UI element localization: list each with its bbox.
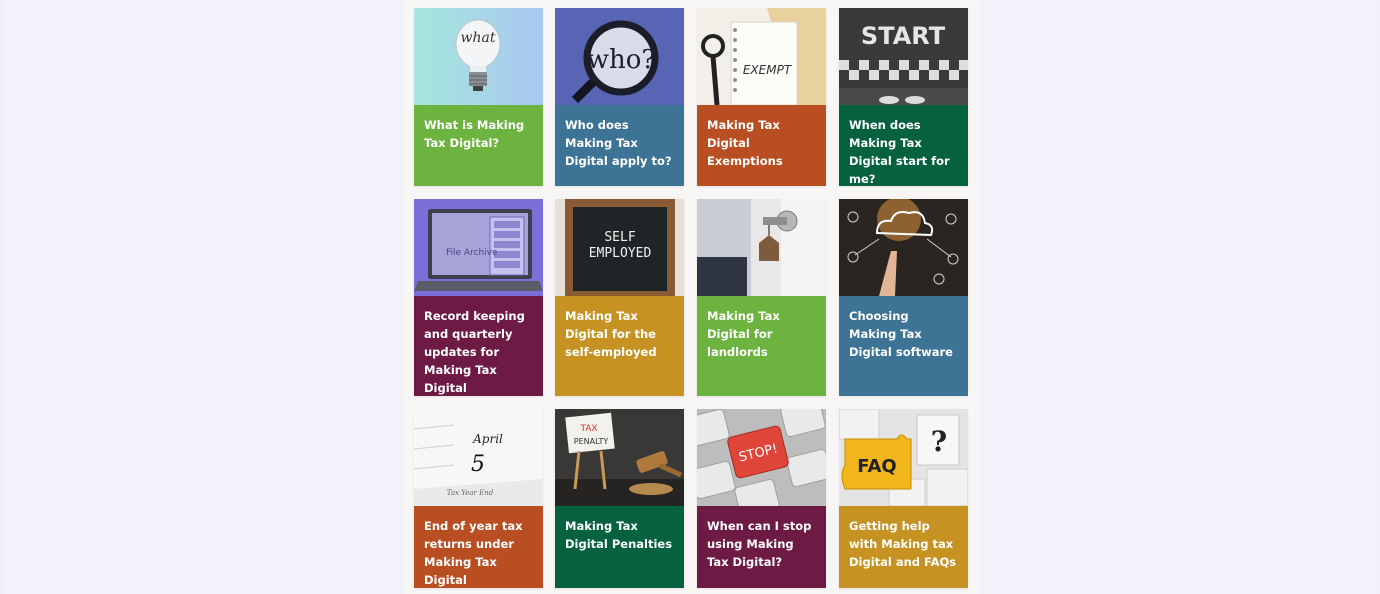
card-title: End of year tax returns under Making Tax…	[414, 506, 543, 588]
svg-text:5: 5	[471, 452, 485, 477]
svg-text:SELF: SELF	[604, 230, 635, 245]
card-title: Who does Making Tax Digital apply to?	[555, 105, 684, 186]
card-record-keeping[interactable]: File Archive Record keeping and quarterl…	[414, 199, 543, 396]
card-self-employed[interactable]: SELF EMPLOYED Making Tax Digital for the…	[555, 199, 684, 396]
card-who-does-mtd-apply[interactable]: who? Who does Making Tax Digital apply t…	[555, 8, 684, 186]
svg-text:Tax Year End: Tax Year End	[447, 489, 494, 497]
card-exemptions[interactable]: EXEMPT Making Tax Digital Exemptions	[697, 8, 826, 186]
card-landlords[interactable]: Making Tax Digital for landlords	[697, 199, 826, 396]
notepad-image: EXEMPT	[697, 8, 826, 105]
svg-text:who?: who?	[587, 45, 656, 75]
card-title: Choosing Making Tax Digital software	[839, 296, 968, 396]
card-title: When can I stop using Making Tax Digital…	[697, 506, 826, 588]
svg-text:PENALTY: PENALTY	[574, 437, 609, 446]
door-key-image	[697, 199, 826, 296]
svg-text:EXEMPT: EXEMPT	[743, 63, 793, 77]
content-column: what What is Making Tax Digital? who? Wh…	[403, 0, 978, 594]
svg-text:?: ?	[931, 425, 947, 458]
card-title: Getting help with Making tax Digital and…	[839, 506, 968, 588]
svg-text:File Archive: File Archive	[446, 248, 498, 258]
card-when-can-i-stop[interactable]: STOP! When can I stop using Making Tax D…	[697, 409, 826, 588]
card-title: Making Tax Digital for the self-employed	[555, 296, 684, 396]
card-title: Record keeping and quarterly updates for…	[414, 296, 543, 396]
chalkboard-image: SELF EMPLOYED	[555, 199, 684, 296]
card-when-does-mtd-start[interactable]: START When does Making Tax Digital start…	[839, 8, 968, 186]
card-title: What is Making Tax Digital?	[414, 105, 543, 186]
svg-text:EMPLOYED: EMPLOYED	[589, 246, 652, 261]
file-archive-laptop-image: File Archive	[414, 199, 543, 296]
calendar-image: April 5 Tax Year End	[414, 409, 543, 506]
lightbulb-image: what	[414, 8, 543, 105]
start-line-image: START	[839, 8, 968, 105]
svg-text:TAX: TAX	[579, 424, 597, 434]
svg-text:FAQ: FAQ	[857, 456, 896, 477]
cloud-network-image	[839, 199, 968, 296]
keyboard-stop-image: STOP!	[697, 409, 826, 506]
gavel-image: TAX PENALTY	[555, 409, 684, 506]
card-penalties[interactable]: TAX PENALTY Making Tax Digital Penalties	[555, 409, 684, 588]
card-title: Making Tax Digital Penalties	[555, 506, 684, 588]
magnifier-image: who?	[555, 8, 684, 105]
card-choosing-software[interactable]: Choosing Making Tax Digital software	[839, 199, 968, 396]
card-getting-help[interactable]: FAQ ? Getting help with Making tax Digit…	[839, 409, 968, 588]
card-what-is-mtd[interactable]: what What is Making Tax Digital?	[414, 8, 543, 186]
puzzle-faq-image: FAQ ?	[839, 409, 968, 506]
card-title: When does Making Tax Digital start for m…	[839, 105, 968, 186]
svg-text:what: what	[461, 30, 496, 46]
svg-text:April: April	[472, 432, 503, 446]
card-end-of-year[interactable]: April 5 Tax Year End End of year tax ret…	[414, 409, 543, 588]
card-title: Making Tax Digital Exemptions	[697, 105, 826, 186]
card-title: Making Tax Digital for landlords	[697, 296, 826, 396]
svg-text:START: START	[861, 22, 946, 50]
